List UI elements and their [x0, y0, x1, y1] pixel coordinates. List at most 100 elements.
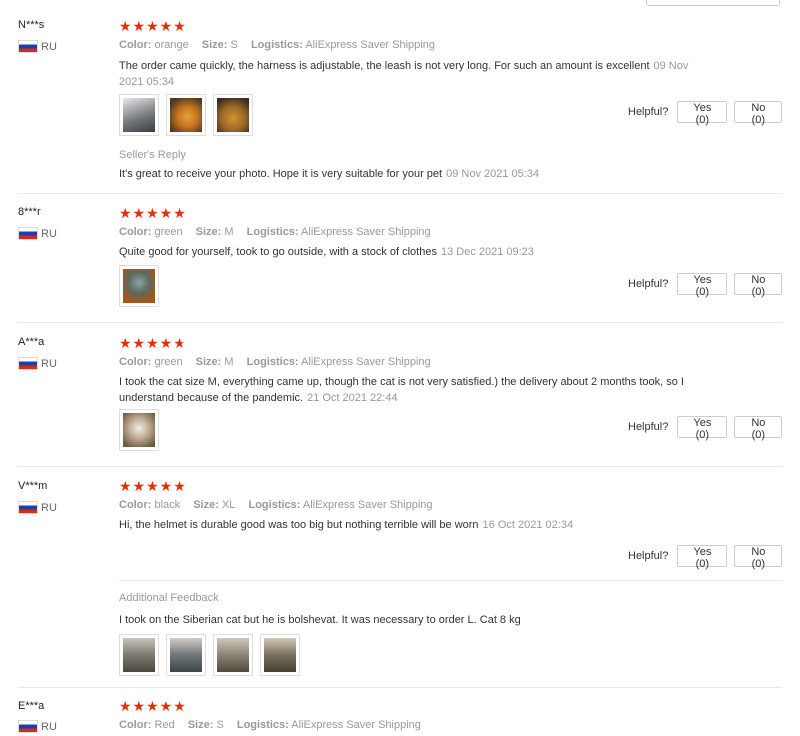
top-partial-control[interactable] — [646, 0, 780, 6]
russia-flag-icon — [18, 357, 38, 370]
rating-stars: ★★★★★ — [119, 206, 187, 220]
rating-stars: ★★★★★ — [119, 19, 187, 33]
review-photo[interactable] — [166, 94, 206, 136]
seller-reply-label: Seller's Reply — [119, 149, 186, 161]
rating-stars: ★★★★★ — [119, 479, 187, 493]
review-attributes: Color: black Size: XL Logistics: AliExpr… — [119, 499, 443, 511]
review-date: 13 Dec 2021 09:23 — [440, 246, 534, 258]
country-code: RU — [41, 357, 57, 370]
country-code: RU — [41, 227, 57, 240]
helpful-voting: Helpful? Yes (0) No (0) — [628, 101, 783, 126]
attr-logistics-label: Logistics: — [248, 499, 301, 511]
attr-logistics-value: AliExpress Saver Shipping — [305, 39, 435, 51]
attr-logistics-label: Logistics: — [250, 39, 303, 51]
country-code: RU — [41, 40, 57, 53]
review-photos — [119, 409, 159, 451]
russia-flag-icon — [18, 227, 38, 240]
attr-logistics-value: AliExpress Saver Shipping — [302, 499, 433, 511]
review-photo[interactable] — [166, 634, 206, 676]
attr-logistics-value: AliExpress Saver Shipping — [291, 719, 421, 731]
review-text: The order came quickly, the harness is a… — [119, 58, 709, 90]
reviewer-name: E***a — [18, 700, 45, 712]
attr-size-value: S — [216, 719, 224, 731]
review-photo[interactable] — [119, 94, 159, 136]
attr-color-label: Color: — [119, 226, 152, 238]
review-photo[interactable] — [213, 634, 253, 676]
attr-logistics-label: Logistics: — [246, 356, 299, 368]
review-divider — [18, 193, 782, 194]
attr-size-value: M — [224, 356, 234, 368]
helpful-yes-button[interactable]: Yes (0) — [677, 416, 728, 441]
rating-stars: ★★★★★ — [119, 336, 187, 350]
reviewer-country: RU — [18, 720, 57, 733]
reviewer-country: RU — [18, 501, 57, 514]
reviewer-name: 8***r — [18, 206, 41, 218]
attr-size-label: Size: — [193, 499, 219, 511]
helpful-no-button[interactable]: No (0) — [734, 545, 783, 570]
attr-logistics-value: AliExpress Saver Shipping — [301, 356, 431, 368]
review-date: 21 Oct 2021 22:44 — [307, 392, 398, 404]
review-attributes: Color: orange Size: S Logistics: AliExpr… — [119, 39, 445, 51]
seller-reply-body: It's great to receive your photo. Hope i… — [119, 168, 443, 180]
attr-size-label: Size: — [187, 719, 214, 731]
review-divider — [18, 466, 782, 467]
star-rating-text: ★★★★★ — [119, 698, 187, 714]
attr-size-label: Size: — [201, 39, 228, 51]
review-photo[interactable] — [119, 265, 159, 307]
helpful-no-button[interactable]: No (0) — [734, 416, 783, 441]
additional-feedback-text: I took on the Siberian cat but he is bol… — [119, 614, 521, 626]
attr-size-label: Size: — [195, 226, 222, 238]
review-attributes: Color: green Size: M Logistics: AliExpre… — [119, 356, 441, 368]
additional-feedback-divider — [119, 580, 782, 581]
reviewer-country: RU — [18, 357, 57, 370]
review-body: Quite good for yourself, took to go outs… — [119, 246, 437, 258]
helpful-no-button[interactable]: No (0) — [734, 273, 783, 298]
attr-logistics-label: Logistics: — [246, 226, 299, 238]
review-divider — [18, 687, 782, 688]
review-text: I took the cat size M, everything came u… — [119, 374, 699, 406]
review-photo[interactable] — [213, 94, 253, 136]
attr-size-value: M — [224, 226, 234, 238]
review-divider — [18, 322, 782, 323]
helpful-voting: Helpful? Yes (0) No (0) — [628, 416, 783, 441]
country-code: RU — [41, 501, 57, 514]
attr-color-value: Red — [154, 719, 175, 731]
star-rating-text: ★★★★★ — [119, 478, 187, 494]
country-code: RU — [41, 720, 57, 733]
attr-color-label: Color: — [119, 356, 152, 368]
helpful-voting: Helpful? Yes (0) No (0) — [628, 273, 783, 298]
reviewer-name: N***s — [18, 19, 45, 31]
star-rating-text: ★★★★ — [119, 335, 174, 351]
attr-size-value: XL — [221, 499, 236, 511]
helpful-voting: Helpful? Yes (0) No (0) — [628, 545, 783, 570]
attr-size-value: S — [230, 39, 238, 51]
helpful-yes-button[interactable]: Yes (0) — [677, 273, 728, 298]
attr-color-value: green — [154, 356, 183, 368]
star-rating-text: ★★★★★ — [119, 18, 187, 34]
review-photos — [119, 265, 159, 307]
helpful-yes-button[interactable]: Yes (0) — [677, 545, 728, 570]
review-date: 16 Oct 2021 02:34 — [482, 519, 574, 531]
attr-color-value: orange — [154, 39, 189, 51]
review-text: Quite good for yourself, took to go outs… — [119, 244, 709, 260]
review-attributes: Color: green Size: M Logistics: AliExpre… — [119, 226, 441, 238]
review-photo[interactable] — [119, 409, 159, 451]
attr-color-value: green — [154, 226, 183, 238]
helpful-label: Helpful? — [628, 106, 669, 118]
reviewer-country: RU — [18, 40, 57, 53]
review-body: I took the cat size M, everything came u… — [119, 376, 684, 404]
review-photo[interactable] — [260, 634, 300, 676]
seller-reply-date: 09 Nov 2021 05:34 — [446, 168, 540, 180]
partial-star-icon: ★ — [173, 335, 187, 351]
attr-color-label: Color: — [119, 39, 152, 51]
review-photos — [119, 94, 253, 136]
russia-flag-icon — [18, 40, 38, 53]
helpful-no-button[interactable]: No (0) — [734, 101, 783, 126]
helpful-yes-button[interactable]: Yes (0) — [677, 101, 728, 126]
reviewer-country: RU — [18, 227, 57, 240]
review-text: Hi, the helmet is durable good was too b… — [119, 517, 709, 533]
seller-reply-text: It's great to receive your photo. Hope i… — [119, 168, 539, 180]
review-body: Hi, the helmet is durable good was too b… — [119, 519, 479, 531]
review-photo[interactable] — [119, 634, 159, 676]
review-body: The order came quickly, the harness is a… — [119, 60, 650, 72]
